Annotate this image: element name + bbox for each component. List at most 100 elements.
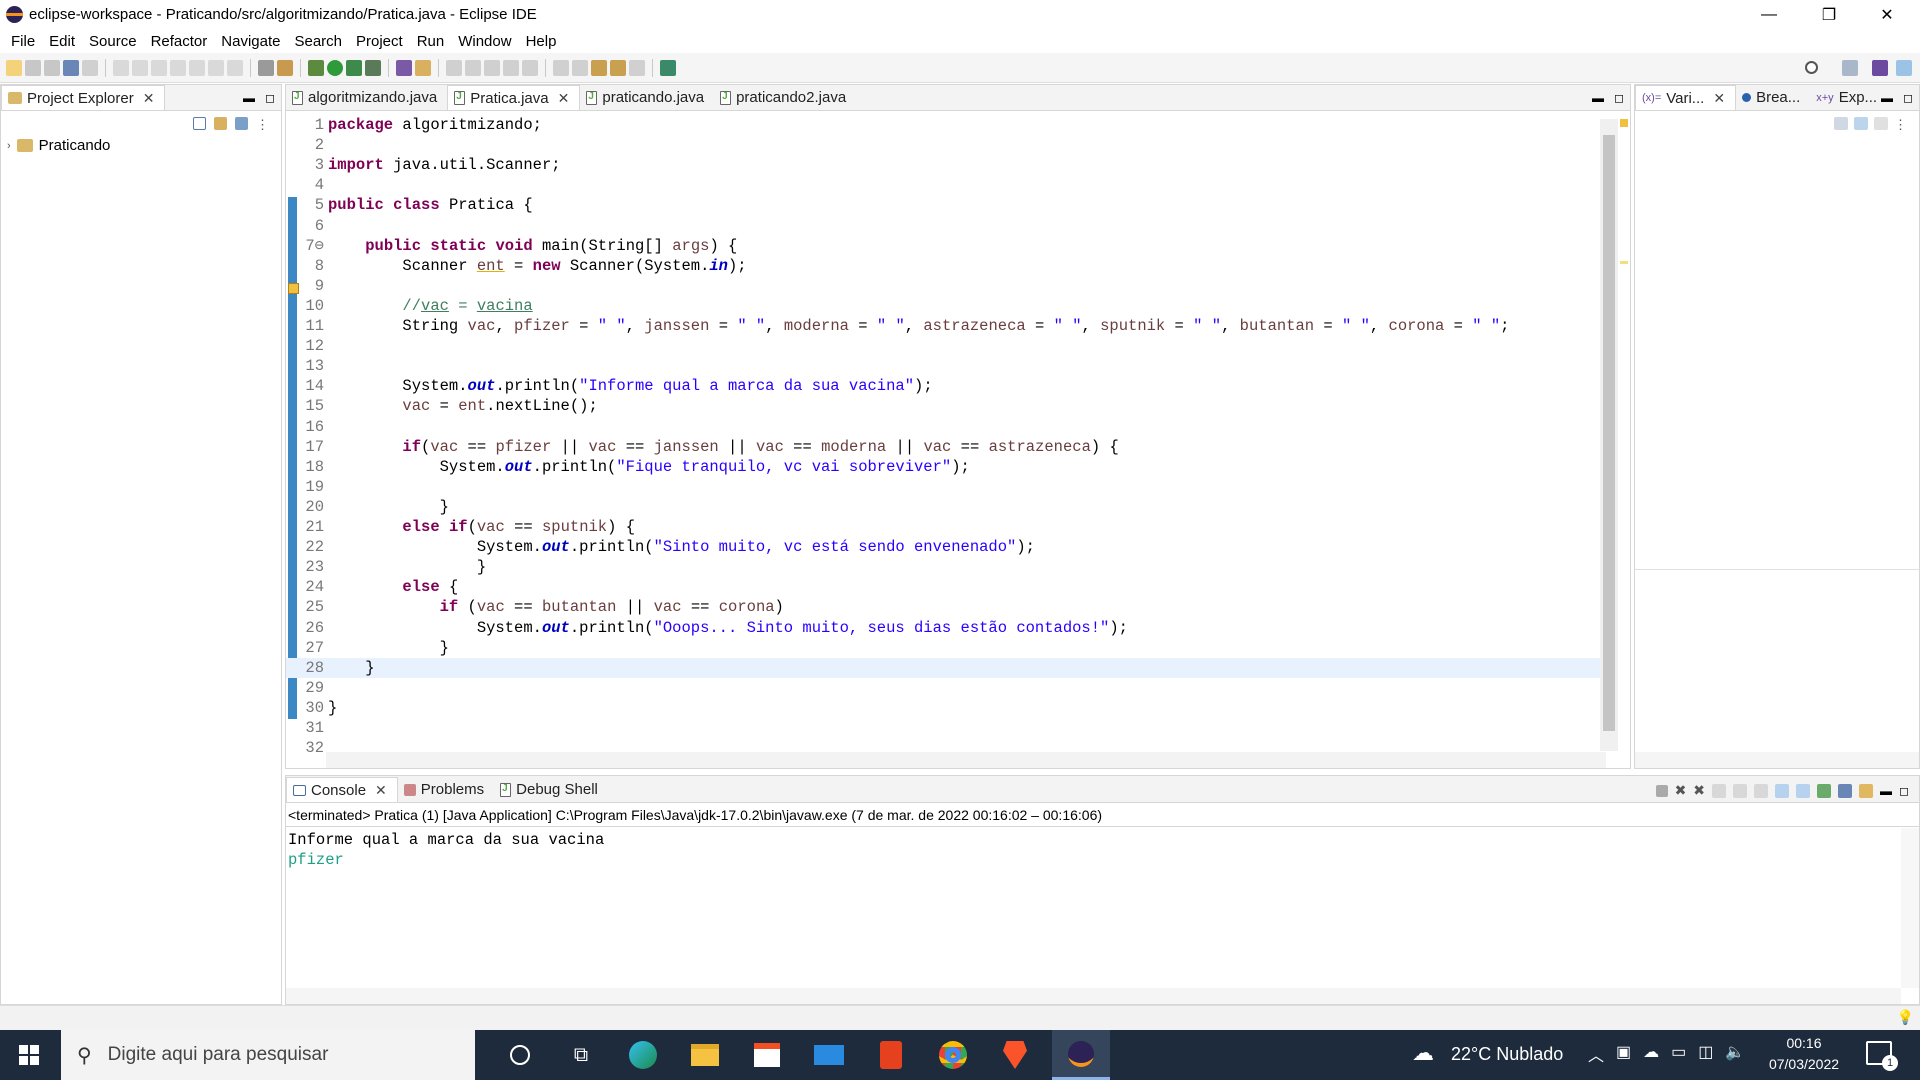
chevron-up-icon[interactable]: ︿ xyxy=(1588,1042,1604,1066)
java-perspective-icon[interactable] xyxy=(1872,60,1888,76)
console-output-area[interactable]: Informe qual a marca da sua vacina pfize… xyxy=(288,830,604,870)
microsoft-store-icon[interactable] xyxy=(742,1030,792,1080)
horizontal-scrollbar[interactable] xyxy=(1635,752,1919,768)
tree-item-praticando[interactable]: › Praticando xyxy=(7,137,110,154)
taskbar-search-box[interactable]: ⚲ Digite aqui para pesquisar xyxy=(61,1030,475,1080)
show-type-names-icon[interactable] xyxy=(1834,117,1848,130)
line-number[interactable]: 31 xyxy=(300,718,324,738)
show-on-stderr-icon[interactable] xyxy=(1796,783,1811,798)
chrome-icon[interactable] xyxy=(928,1030,978,1080)
external-tools-icon[interactable] xyxy=(365,59,381,76)
line-number[interactable]: 27 xyxy=(300,638,324,658)
code-line[interactable]: 26 System.out.println("Ooops... Sinto mu… xyxy=(286,618,1612,638)
code-line[interactable]: 17 if(vac == pfizer || vac == janssen ||… xyxy=(286,437,1612,457)
tab-pratica[interactable]: Pratica.java ✕ xyxy=(447,85,581,110)
line-number[interactable]: 1 xyxy=(300,115,324,135)
code-line[interactable]: 30} xyxy=(286,698,1612,718)
line-number[interactable]: 2 xyxy=(300,135,324,155)
line-number[interactable]: 13 xyxy=(300,356,324,376)
step-into-icon[interactable] xyxy=(189,59,205,76)
code-line[interactable]: 27 } xyxy=(286,638,1612,658)
minimize-icon[interactable]: ▬ xyxy=(243,91,255,105)
tab-praticando2[interactable]: praticando2.java xyxy=(714,85,856,110)
line-number[interactable]: 9 xyxy=(300,276,324,296)
tab-algoritmizando[interactable]: algoritmizando.java xyxy=(286,85,447,110)
close-button[interactable]: ✕ xyxy=(1864,0,1910,29)
next-annotation-icon[interactable] xyxy=(553,59,569,76)
back-icon[interactable] xyxy=(610,59,626,76)
pin-editor-icon[interactable] xyxy=(660,59,676,76)
code-line[interactable]: 9 xyxy=(286,276,1612,296)
brave-icon[interactable] xyxy=(990,1030,1040,1080)
resume-icon[interactable] xyxy=(113,59,129,76)
forward-icon[interactable] xyxy=(629,59,645,76)
line-number[interactable]: 10 xyxy=(300,296,324,316)
remove-all-icon[interactable]: ✖ xyxy=(1693,782,1705,799)
battery-icon[interactable]: ▭ xyxy=(1671,1042,1686,1066)
code-line[interactable]: 19 xyxy=(286,477,1612,497)
close-icon[interactable]: ✕ xyxy=(558,90,570,107)
office-icon[interactable] xyxy=(866,1030,916,1080)
menu-navigate[interactable]: Navigate xyxy=(214,33,287,50)
code-line[interactable]: 2 xyxy=(286,135,1612,155)
minimize-icon[interactable]: ▬ xyxy=(1881,91,1893,105)
menu-file[interactable]: File xyxy=(4,33,42,50)
tab-console[interactable]: Console ✕ xyxy=(286,777,398,802)
line-number[interactable]: 32 xyxy=(300,738,324,758)
coverage-icon[interactable] xyxy=(346,59,362,76)
close-icon[interactable]: ✕ xyxy=(1713,90,1725,107)
menu-window[interactable]: Window xyxy=(451,33,518,50)
prev-annotation-icon[interactable] xyxy=(572,59,588,76)
block-select-icon[interactable] xyxy=(503,59,519,76)
file-explorer-icon[interactable] xyxy=(680,1030,730,1080)
code-line[interactable]: 10 //vac = vacina xyxy=(286,296,1612,316)
show-logical-icon[interactable] xyxy=(1854,117,1868,130)
meet-now-icon[interactable]: ▣ xyxy=(1616,1042,1631,1066)
code-line[interactable]: 11 String vac, pfizer = " ", janssen = "… xyxy=(286,316,1612,336)
show-on-stdout-icon[interactable] xyxy=(1775,783,1790,798)
search-icon[interactable] xyxy=(1805,61,1818,74)
code-line[interactable]: 13 xyxy=(286,356,1612,376)
suspend-icon[interactable] xyxy=(132,59,148,76)
debug-icon[interactable] xyxy=(308,59,324,76)
restore-button[interactable]: ❐ xyxy=(1806,0,1852,29)
menu-help[interactable]: Help xyxy=(519,33,564,50)
terminate-icon[interactable] xyxy=(1655,784,1668,797)
line-number[interactable]: 23 xyxy=(300,557,324,577)
line-number[interactable]: 19 xyxy=(300,477,324,497)
terminal-icon[interactable] xyxy=(63,59,79,76)
weather-text[interactable]: 22°C Nublado xyxy=(1451,1044,1563,1065)
line-number[interactable]: 14 xyxy=(300,376,324,396)
code-line[interactable]: 24 else { xyxy=(286,577,1612,597)
maximize-icon[interactable]: ◻ xyxy=(1903,91,1913,105)
edge-icon[interactable] xyxy=(618,1030,668,1080)
annotation-icon[interactable] xyxy=(465,59,481,76)
line-number[interactable]: 28 xyxy=(300,658,324,678)
new-java-project-icon[interactable] xyxy=(396,59,412,76)
line-number[interactable]: 24 xyxy=(300,577,324,597)
overview-marker[interactable] xyxy=(1620,261,1628,264)
eclipse-taskbar-icon[interactable] xyxy=(1052,1030,1110,1080)
open-type-icon[interactable] xyxy=(415,59,431,76)
filter-icon[interactable] xyxy=(235,117,248,130)
code-editor[interactable]: 1 package algoritmizando; 2 3 import java.ut… xyxy=(286,111,1630,768)
tab-debug-shell[interactable]: Debug Shell xyxy=(494,777,608,802)
tab-expressions[interactable]: x+y Exp... xyxy=(1810,85,1887,110)
tab-variables[interactable]: (x)= Vari... ✕ xyxy=(1635,85,1737,110)
line-number[interactable]: 29 xyxy=(300,678,324,698)
menu-run[interactable]: Run xyxy=(410,33,452,50)
code-line[interactable]: 6 xyxy=(286,216,1612,236)
open-console-icon[interactable] xyxy=(1859,783,1874,798)
code-line[interactable]: 3 import java.util.Scanner; xyxy=(286,155,1612,175)
code-line[interactable]: 21 else if(vac == sputnik) { xyxy=(286,517,1612,537)
editor-horizontal-scrollbar[interactable] xyxy=(326,752,1606,768)
code-line[interactable]: 28 } xyxy=(286,657,1612,678)
maximize-icon[interactable]: ◻ xyxy=(1614,91,1624,105)
editor-vertical-scrollbar[interactable] xyxy=(1600,119,1618,751)
pin-console-icon[interactable] xyxy=(1817,783,1832,798)
open-perspective-icon[interactable] xyxy=(1842,60,1858,76)
code-line[interactable]: 8 Scanner ent = new Scanner(System.in); xyxy=(286,256,1612,276)
maximize-icon[interactable]: ◻ xyxy=(1899,784,1909,798)
tab-problems[interactable]: Problems xyxy=(398,777,494,802)
view-menu-icon[interactable]: ⋮ xyxy=(256,117,269,133)
